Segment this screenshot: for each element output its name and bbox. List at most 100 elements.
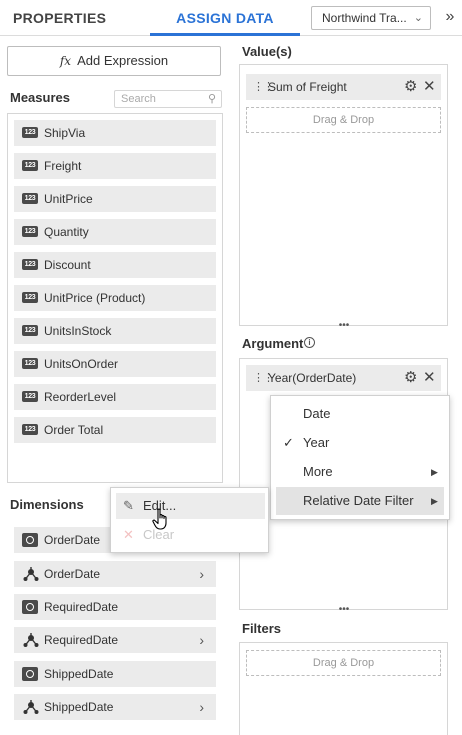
measure-label: Order Total <box>44 423 104 437</box>
measure-label: Discount <box>44 258 91 272</box>
values-title: Value(s) <box>242 44 292 59</box>
clock-icon <box>22 600 38 614</box>
measures-title: Measures <box>10 90 70 105</box>
search-icon: ⚲ <box>207 93 216 105</box>
measure-label: Freight <box>44 159 82 173</box>
menu-item-date[interactable]: Date <box>271 400 449 428</box>
double-chevron-right-icon[interactable]: » <box>440 8 460 28</box>
caret-right-icon: ▶ <box>431 467 438 477</box>
close-icon[interactable]: ✕ <box>423 74 436 100</box>
menu-item-more[interactable]: More ▶ <box>271 458 449 486</box>
numeric-icon: 123 <box>22 424 38 435</box>
values-drop-zone <box>239 64 448 326</box>
add-expression-label: Add Expression <box>77 53 169 68</box>
menu-item-clear[interactable]: ✕ Clear <box>116 522 265 548</box>
dimension-item-orderdate-hierarchy[interactable]: OrderDate › <box>14 561 216 587</box>
argument-field-label: Year(OrderDate) <box>268 371 357 385</box>
measure-item-freight[interactable]: 123 Freight <box>14 153 216 179</box>
measure-label: UnitPrice <box>44 192 93 206</box>
measure-item-quantity[interactable]: 123 Quantity <box>14 219 216 245</box>
menu-item-edit[interactable]: ✎ Edit... <box>116 493 265 519</box>
clock-icon <box>22 533 38 547</box>
menu-item-label: Relative Date Filter <box>303 493 414 508</box>
hierarchy-icon <box>23 567 39 581</box>
numeric-icon: 123 <box>22 292 38 303</box>
chevron-right-icon[interactable]: › <box>199 627 204 653</box>
resize-handle-icon[interactable]: ••• <box>336 321 352 331</box>
menu-item-relative-date-filter[interactable]: Relative Date Filter ▶ <box>276 487 444 515</box>
dimension-label: ShippedDate <box>44 667 114 681</box>
gear-icon[interactable]: ⚙ <box>404 365 417 391</box>
chevron-right-icon[interactable]: › <box>199 561 204 587</box>
chevron-down-icon: ⌄ <box>413 12 423 24</box>
argument-field-item[interactable]: ⋮⋮ Year(OrderDate) ⚙ ✕ <box>246 365 441 391</box>
numeric-icon: 123 <box>22 193 38 204</box>
filters-title: Filters <box>242 621 282 636</box>
clear-x-icon: ✕ <box>123 527 134 542</box>
active-tab-indicator <box>150 33 300 36</box>
dimensions-title: Dimensions <box>10 497 84 512</box>
values-field-item[interactable]: ⋮⋮ Sum of Freight ⚙ ✕ <box>246 74 441 100</box>
numeric-icon: 123 <box>22 259 38 270</box>
hierarchy-icon <box>23 700 39 714</box>
tab-assign-data[interactable]: ASSIGN DATA <box>150 0 300 36</box>
search-placeholder: Search <box>121 93 156 105</box>
menu-item-year[interactable]: ✓ Year <box>271 429 449 457</box>
values-drag-drop-target[interactable]: Drag & Drop <box>246 107 441 133</box>
panel-header: PROPERTIES ASSIGN DATA Northwind Tra... … <box>0 0 462 36</box>
field-context-menu: ✎ Edit... ✕ Clear <box>110 487 269 553</box>
numeric-icon: 123 <box>22 358 38 369</box>
measure-item-unitprice-product[interactable]: 123 UnitPrice (Product) <box>14 285 216 311</box>
dimension-item-shippeddate-hierarchy[interactable]: ShippedDate › <box>14 694 216 720</box>
caret-right-icon: ▶ <box>431 496 438 506</box>
datasource-selected-value: Northwind Tra... <box>322 11 407 25</box>
pencil-icon: ✎ <box>123 498 134 513</box>
gear-icon[interactable]: ⚙ <box>404 74 417 100</box>
function-icon: fx <box>59 54 72 68</box>
menu-item-label: More <box>303 464 333 479</box>
menu-item-label: Date <box>303 406 331 421</box>
numeric-icon: 123 <box>22 127 38 138</box>
measure-item-reorderlevel[interactable]: 123 ReorderLevel <box>14 384 216 410</box>
numeric-icon: 123 <box>22 160 38 171</box>
numeric-icon: 123 <box>22 226 38 237</box>
hierarchy-icon <box>23 633 39 647</box>
measure-item-unitprice[interactable]: 123 UnitPrice <box>14 186 216 212</box>
argument-title: Argument <box>242 336 304 351</box>
datasource-dropdown[interactable]: Northwind Tra... ⌄ <box>311 6 431 30</box>
dimension-label: OrderDate <box>44 567 101 581</box>
measures-search-input[interactable]: Search ⚲ <box>114 90 222 108</box>
filters-drag-drop-target[interactable]: Drag & Drop <box>246 650 441 676</box>
dimension-label: RequiredDate <box>44 600 119 614</box>
dimension-item-shippeddate[interactable]: ShippedDate <box>14 661 216 687</box>
numeric-icon: 123 <box>22 391 38 402</box>
measure-label: Quantity <box>44 225 89 239</box>
date-grouping-menu: Date ✓ Year More ▶ Relative Date Filter … <box>270 395 450 520</box>
measure-item-discount[interactable]: 123 Discount <box>14 252 216 278</box>
checkmark-icon: ✓ <box>283 435 294 450</box>
numeric-icon: 123 <box>22 325 38 336</box>
measure-item-order-total[interactable]: 123 Order Total <box>14 417 216 443</box>
info-icon[interactable]: i <box>304 337 315 348</box>
measure-label: UnitsInStock <box>44 324 112 338</box>
measure-item-unitsinstock[interactable]: 123 UnitsInStock <box>14 318 216 344</box>
measure-label: UnitPrice (Product) <box>44 291 146 305</box>
measure-label: UnitsOnOrder <box>44 357 119 371</box>
chevron-right-icon[interactable]: › <box>199 694 204 720</box>
dimension-item-requireddate-hierarchy[interactable]: RequiredDate › <box>14 627 216 653</box>
dimension-item-requireddate[interactable]: RequiredDate <box>14 594 216 620</box>
measure-item-unitsonorder[interactable]: 123 UnitsOnOrder <box>14 351 216 377</box>
measure-label: ReorderLevel <box>44 390 117 404</box>
clock-icon <box>22 667 38 681</box>
measure-label: ShipVia <box>44 126 86 140</box>
menu-item-label: Year <box>303 435 330 450</box>
dimension-label: ShippedDate <box>44 700 114 714</box>
dimension-label: RequiredDate <box>44 633 119 647</box>
add-expression-button[interactable]: fx Add Expression <box>7 46 221 76</box>
close-icon[interactable]: ✕ <box>423 365 436 391</box>
dimension-label: OrderDate <box>44 533 101 547</box>
values-field-label: Sum of Freight <box>268 80 347 94</box>
tab-properties[interactable]: PROPERTIES <box>13 0 106 36</box>
measure-item-shipvia[interactable]: 123 ShipVia <box>14 120 216 146</box>
resize-handle-icon[interactable]: ••• <box>336 605 352 615</box>
